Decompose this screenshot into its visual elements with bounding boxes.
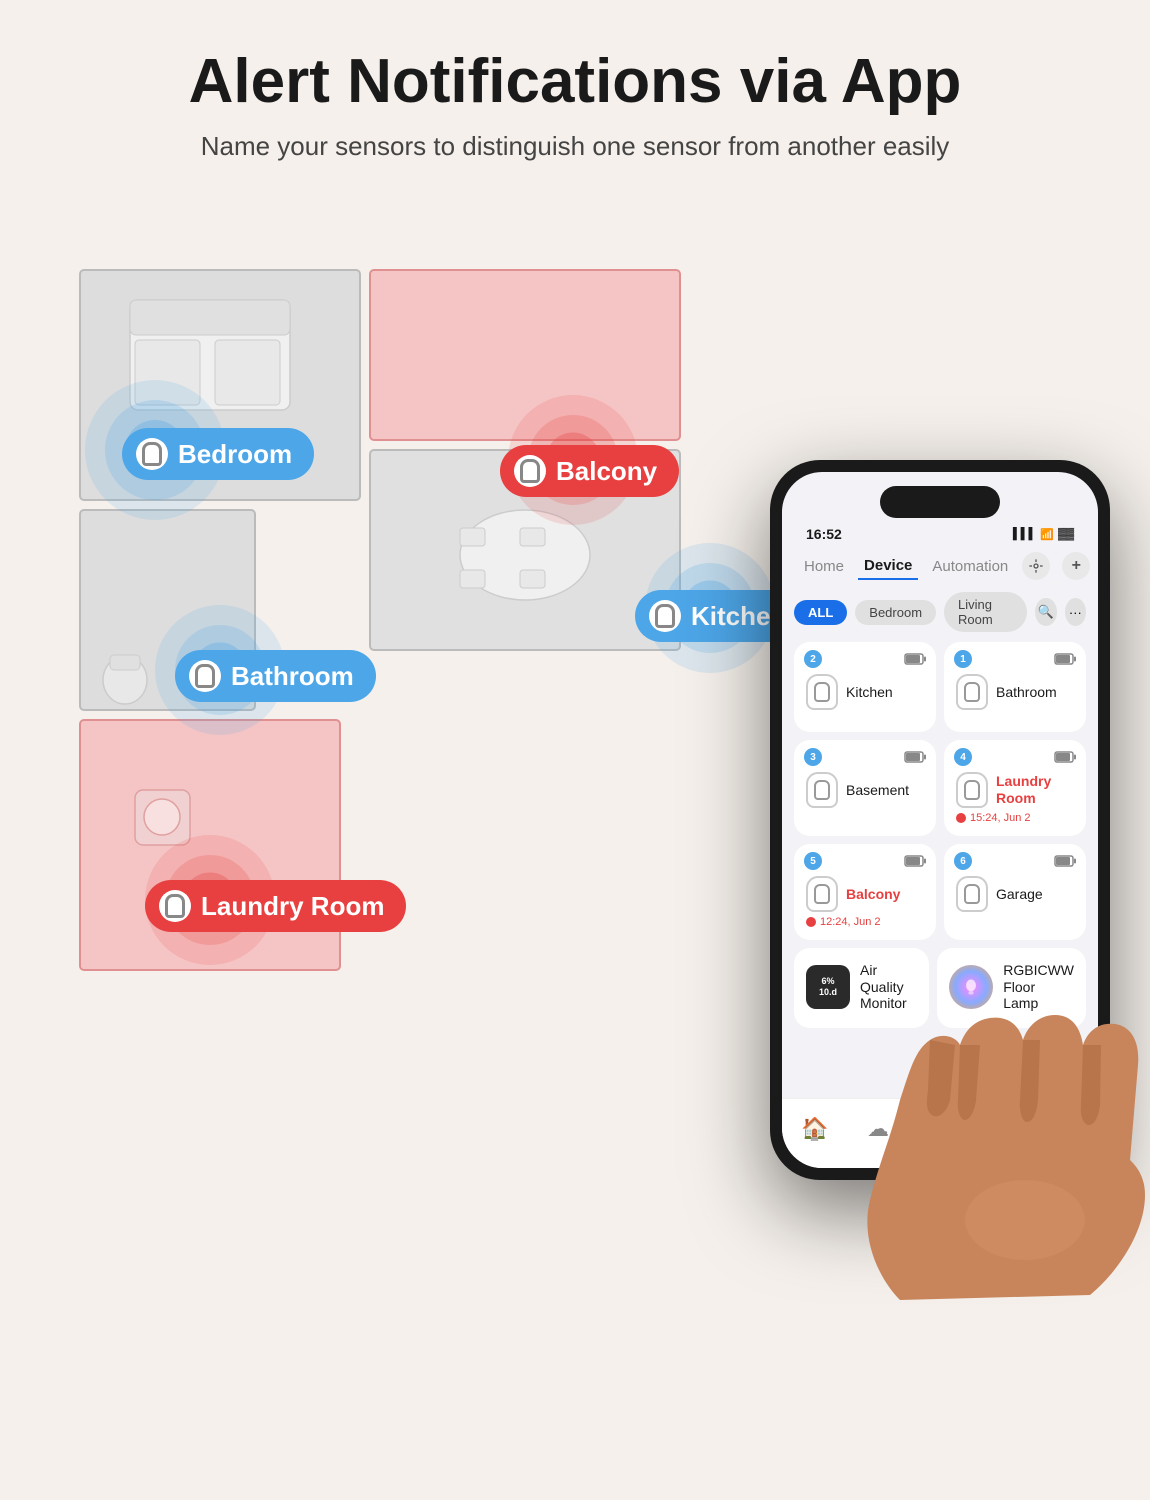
dynamic-island [880,486,1000,518]
device-card-kitchen[interactable]: 2 Kitchen [794,642,936,732]
filter-more-button[interactable]: ··· [1065,598,1086,626]
sensor-icon-bathroom [189,660,221,692]
hand-svg [840,900,1150,1300]
floor-plan-area: Bedroom Balcony Kitchen Bathroom Laundry… [30,220,730,1040]
status-icons: ▌▌▌ 📶 ▓▓ [1013,528,1074,541]
battery-icon-balcony [904,855,926,867]
bottom-nav-home[interactable]: 🏠 [801,1116,828,1142]
card-battery-laundry [1054,750,1076,768]
card-number-garage: 6 [954,852,972,870]
device-icon-balcony [806,876,838,912]
sensor-label-laundry: Laundry Room [145,880,406,932]
device-icon-kitchen [806,674,838,710]
aq-icon-text: 6%10.d [819,976,837,998]
phone-wrapper: 16:52 ▌▌▌ 📶 ▓▓ Home Device Automation [750,460,1130,1240]
filter-bedroom[interactable]: Bedroom [855,600,936,625]
nav-icons: + [1022,552,1090,580]
device-card-laundry[interactable]: 4 Laundry Room 15:24, J [944,740,1086,836]
page-title: Alert Notifications via App [100,48,1050,116]
card-icon-row-laundry: Laundry Room [956,772,1074,808]
status-bar: 16:52 ▌▌▌ 📶 ▓▓ [782,518,1098,546]
sensor-icon-kitchen [649,600,681,632]
sensor-icon-laundry [159,890,191,922]
alert-dot-laundry [956,813,966,823]
nav-hub-button[interactable] [1022,552,1050,580]
card-number-bathroom: 1 [954,650,972,668]
device-icon-laundry [956,772,988,808]
home-icon: 🏠 [801,1116,828,1142]
card-name-kitchen: Kitchen [846,684,893,701]
card-battery-basement [904,750,926,768]
device-icon-bathroom [956,674,988,710]
filter-tabs: ALL Bedroom Living Room 🔍 ··· [782,586,1098,638]
battery-icon-laundry [1054,751,1076,763]
alert-time-laundry: 15:24, Jun 2 [970,812,1031,824]
filter-living[interactable]: Living Room [944,592,1027,632]
battery-icon-garage [1054,855,1076,867]
page-header: Alert Notifications via App Name your se… [0,0,1150,195]
device-card-basement[interactable]: 3 Basement [794,740,936,836]
nav-automation[interactable]: Automation [926,554,1014,579]
sensor-label-balcony: Balcony [500,445,679,497]
card-icon-row-bathroom: Bathroom [956,674,1074,710]
card-name-basement: Basement [846,782,909,799]
nav-add-button[interactable]: + [1062,552,1090,580]
more-icon: ··· [1069,605,1082,620]
page-subtitle: Name your sensors to distinguish one sen… [100,128,1050,164]
card-battery-balcony [904,854,926,872]
hub-icon [1028,558,1044,574]
floor-plan: Bedroom Balcony Kitchen Bathroom Laundry… [70,260,690,1000]
card-icon-row-kitchen: Kitchen [806,674,924,710]
app-nav: Home Device Automation + [782,546,1098,586]
battery-icon-kitchen [904,653,926,665]
card-number-basement: 3 [804,748,822,766]
sensor-icon-balcony [514,455,546,487]
card-alert-time-laundry: 15:24, Jun 2 [956,812,1074,824]
card-name-laundry: Laundry Room [996,773,1074,807]
battery-icon-bathroom [1054,653,1076,665]
card-battery-bathroom [1054,652,1076,670]
card-battery-garage [1054,854,1076,872]
hand-placeholder [840,900,1150,1300]
device-icon-basement [806,772,838,808]
battery-icon-basement [904,751,926,763]
alert-dot-balcony [806,917,816,927]
search-icon: 🔍 [1038,604,1054,620]
nav-device[interactable]: Device [858,553,918,580]
card-icon-row-basement: Basement [806,772,924,808]
filter-all[interactable]: ALL [794,600,847,625]
battery-icon: ▓▓ [1058,528,1074,540]
sensor-label-bathroom: Bathroom [175,650,376,702]
status-time: 16:52 [806,526,842,542]
signal-icon: ▌▌▌ [1013,528,1036,540]
card-number-balcony: 5 [804,852,822,870]
sensor-icon-bedroom [136,438,168,470]
card-name-bathroom: Bathroom [996,684,1057,701]
device-grid: 2 Kitchen 1 [782,638,1098,944]
card-battery-kitchen [904,652,926,670]
plus-icon: + [1072,557,1081,575]
card-number-laundry: 4 [954,748,972,766]
device-card-bathroom[interactable]: 1 Bathroom [944,642,1086,732]
nav-home[interactable]: Home [798,554,850,579]
card-number-kitchen: 2 [804,650,822,668]
wifi-icon: 📶 [1040,528,1054,541]
sensor-label-bedroom: Bedroom [122,428,314,480]
filter-search-button[interactable]: 🔍 [1035,598,1056,626]
